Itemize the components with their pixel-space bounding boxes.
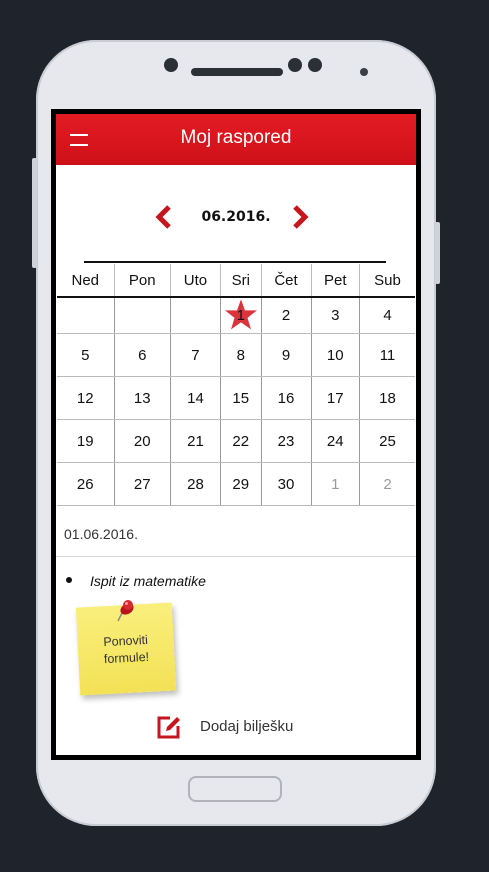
day-cell-next-month[interactable]: 1 bbox=[310, 462, 360, 506]
month-label: 06.2016. bbox=[201, 209, 271, 225]
day-cell[interactable]: 14 bbox=[169, 376, 221, 420]
sensor-left bbox=[288, 58, 302, 72]
month-navigation: 06.2016. bbox=[56, 204, 416, 234]
day-cell-today[interactable]: 1 bbox=[219, 297, 261, 334]
day-cell[interactable]: 11 bbox=[358, 333, 415, 377]
day-cell[interactable]: 20 bbox=[113, 419, 171, 463]
day-cell-next-month[interactable]: 2 bbox=[358, 462, 415, 506]
weekday-header: Pet bbox=[310, 264, 360, 298]
home-button[interactable] bbox=[188, 776, 282, 802]
day-number: 1 bbox=[236, 307, 245, 324]
day-cell-empty bbox=[57, 297, 115, 334]
speaker-grille bbox=[191, 68, 283, 76]
weekday-header: Pon bbox=[113, 264, 171, 298]
day-cell[interactable]: 15 bbox=[219, 376, 261, 420]
day-cell[interactable]: 6 bbox=[113, 333, 171, 377]
weekday-header: Sri bbox=[219, 264, 261, 298]
day-cell[interactable]: 2 bbox=[260, 297, 312, 334]
day-cell[interactable]: 25 bbox=[358, 419, 415, 463]
day-cell[interactable]: 12 bbox=[57, 376, 115, 420]
weekday-header: Čet bbox=[260, 264, 312, 298]
day-cell[interactable]: 24 bbox=[310, 419, 360, 463]
sticky-note-text: Ponoviti formule! bbox=[102, 632, 150, 667]
section-divider bbox=[56, 556, 416, 557]
proximity-sensor bbox=[360, 68, 368, 76]
day-cell[interactable]: 30 bbox=[260, 462, 312, 506]
volume-button bbox=[32, 158, 37, 268]
day-cell[interactable]: 5 bbox=[57, 333, 115, 377]
selected-date-label: 01.06.2016. bbox=[64, 526, 138, 542]
calendar-top-rule bbox=[84, 261, 386, 263]
day-cell[interactable]: 22 bbox=[219, 419, 261, 463]
day-cell[interactable]: 8 bbox=[219, 333, 261, 377]
app-content: Moj raspored 06.2016. Ned Pon Uto Sri Če… bbox=[56, 114, 416, 755]
day-cell[interactable]: 9 bbox=[260, 333, 312, 377]
day-cell[interactable]: 17 bbox=[310, 376, 360, 420]
power-button bbox=[435, 222, 440, 284]
edit-note-icon bbox=[157, 716, 180, 739]
event-title: Ispit iz matematike bbox=[90, 573, 206, 589]
day-cell[interactable]: 23 bbox=[260, 419, 312, 463]
day-cell[interactable]: 4 bbox=[358, 297, 415, 334]
event-item[interactable]: Ispit iz matematike bbox=[66, 573, 206, 589]
front-camera bbox=[164, 58, 178, 72]
weekday-header: Sub bbox=[358, 264, 415, 298]
app-bar: Moj raspored bbox=[56, 114, 416, 165]
pushpin-icon bbox=[117, 600, 134, 622]
day-cell[interactable]: 13 bbox=[113, 376, 171, 420]
day-cell[interactable]: 16 bbox=[260, 376, 312, 420]
day-cell[interactable]: 27 bbox=[113, 462, 171, 506]
weekday-header: Uto bbox=[169, 264, 221, 298]
bullet-icon bbox=[66, 577, 72, 584]
day-cell-empty bbox=[169, 297, 221, 334]
day-cell[interactable]: 10 bbox=[310, 333, 360, 377]
day-cell[interactable]: 28 bbox=[169, 462, 221, 506]
day-cell[interactable]: 29 bbox=[219, 462, 261, 506]
day-cell[interactable]: 7 bbox=[169, 333, 221, 377]
day-cell[interactable]: 18 bbox=[358, 376, 415, 420]
day-cell[interactable]: 26 bbox=[57, 462, 115, 506]
day-cell[interactable]: 3 bbox=[310, 297, 360, 334]
sensor-right bbox=[308, 58, 322, 72]
app-title: Moj raspored bbox=[180, 127, 292, 148]
day-cell[interactable]: 19 bbox=[57, 419, 115, 463]
weekday-header: Ned bbox=[57, 264, 115, 298]
month-calendar: Ned Pon Uto Sri Čet Pet Sub 1 2 3 4 5 6 … bbox=[57, 264, 415, 506]
day-cell-empty bbox=[113, 297, 171, 334]
screen: Moj raspored 06.2016. Ned Pon Uto Sri Če… bbox=[51, 109, 421, 760]
chevron-right-icon[interactable] bbox=[289, 204, 311, 230]
day-cell[interactable]: 21 bbox=[169, 419, 221, 463]
add-note-label: Dodaj bilješku bbox=[200, 718, 294, 735]
